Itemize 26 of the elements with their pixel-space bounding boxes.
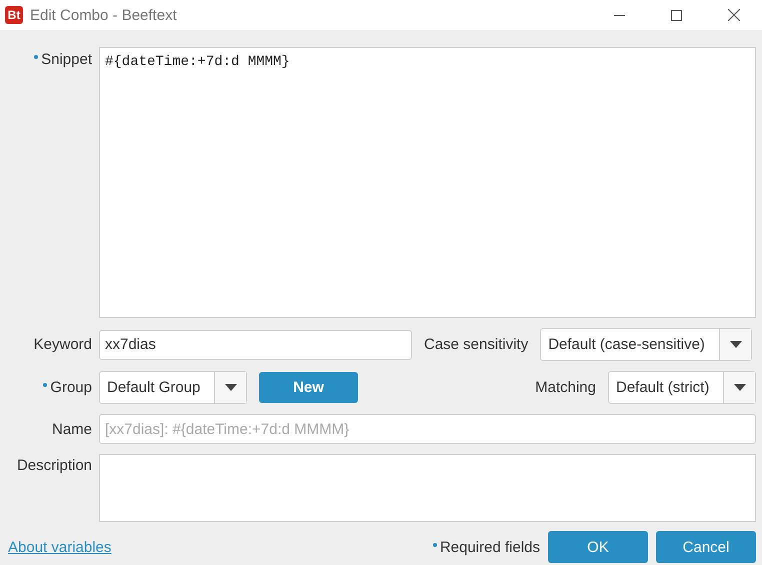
case-sensitivity-dropdown[interactable]: Default (case-sensitive) [540, 328, 752, 361]
new-button[interactable]: New [259, 372, 358, 403]
caret-icon [730, 341, 742, 348]
field-label: Name [52, 420, 92, 438]
case-sensitivity-label: Case sensitivity [424, 336, 528, 353]
field-label: Snippet [34, 51, 92, 68]
caret-icon [734, 384, 746, 391]
caret-icon [224, 384, 236, 391]
cancel-button[interactable]: Cancel [656, 531, 756, 563]
window-title: Edit Combo - Beeftext [30, 6, 178, 24]
group-dropdown[interactable]: Default Group [99, 371, 247, 404]
snippet-field[interactable]: #{dateTime:+7d:d MMMM} [99, 47, 756, 318]
matching-dropdown[interactable]: Default (strict) [608, 371, 756, 404]
field-label: Group [43, 379, 92, 396]
minimize-icon [614, 14, 625, 16]
matching-label: Matching [535, 379, 596, 396]
field-label: Keyword [34, 336, 92, 353]
maximize-icon [671, 10, 682, 20]
close-icon [728, 9, 740, 21]
app-logo-icon: Bt [5, 6, 23, 24]
keyword-field[interactable]: xx7dias [99, 330, 412, 360]
field-label: Description [16, 457, 92, 474]
ok-button[interactable]: OK [548, 531, 648, 563]
required-fields-note: Required fields [432, 538, 540, 556]
description-field[interactable] [99, 454, 756, 522]
name-field[interactable]: [xx7dias]: #{dateTime:+7d:d MMMM} [99, 414, 756, 444]
